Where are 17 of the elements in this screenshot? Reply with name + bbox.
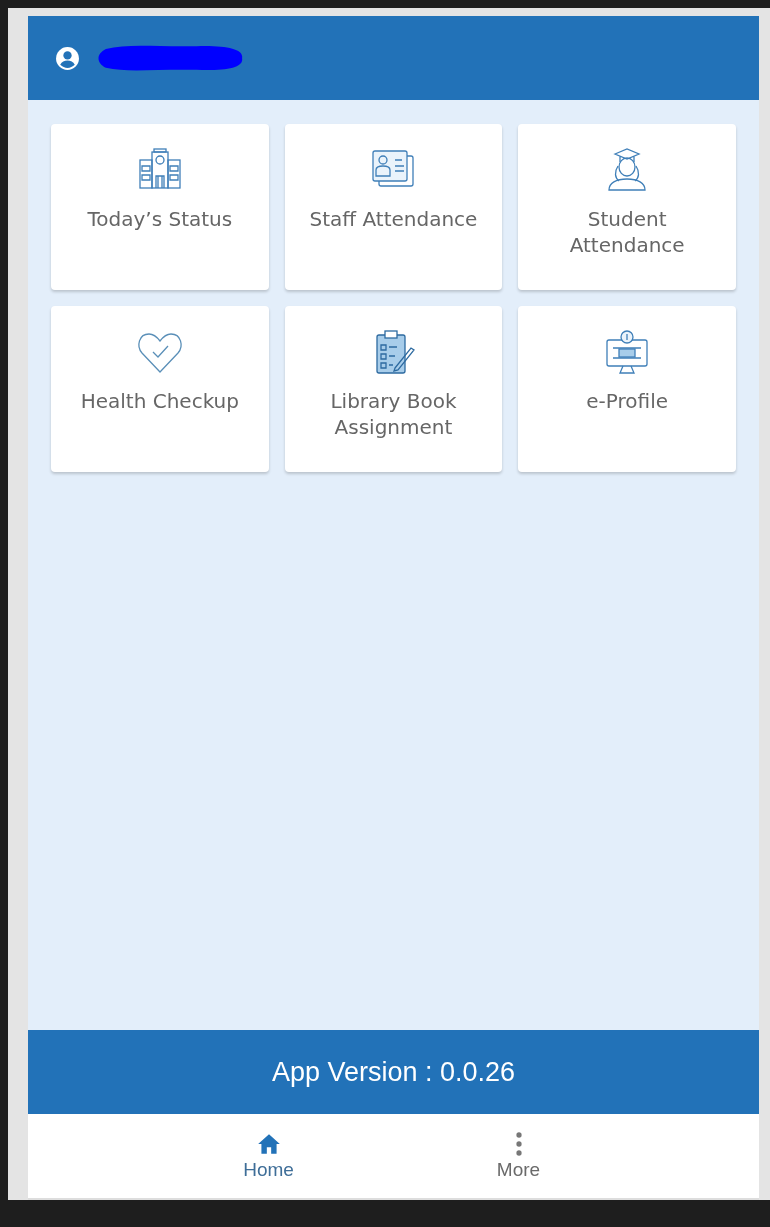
menu-tile[interactable]: Student Attendance	[518, 124, 736, 290]
menu-tile[interactable]: Staff Attendance	[284, 124, 503, 290]
user-avatar-icon[interactable]	[55, 45, 80, 71]
tile-label: Library Book Assignment	[329, 388, 458, 440]
app-version-text: App Version : 0.0.26	[271, 1056, 516, 1088]
menu-tile[interactable]: Health Checkup	[51, 306, 269, 472]
tile-label: Staff Attendance	[309, 206, 478, 232]
nav-tab[interactable]: Home	[213, 1114, 324, 1198]
tile-label: Today’s Status	[87, 206, 233, 232]
tile-label: e-Profile	[586, 388, 668, 414]
menu-tile[interactable]: Library Book Assignment	[284, 306, 503, 472]
menu-tile[interactable]: Today’s Status	[51, 124, 269, 290]
more-dots-icon	[515, 1132, 522, 1156]
menu-tile[interactable]: e-Profile	[518, 306, 736, 472]
tile-label: Health Checkup	[80, 388, 239, 414]
tile-label: Student Attendance	[568, 206, 686, 258]
nav-tab[interactable]: More	[463, 1114, 574, 1198]
